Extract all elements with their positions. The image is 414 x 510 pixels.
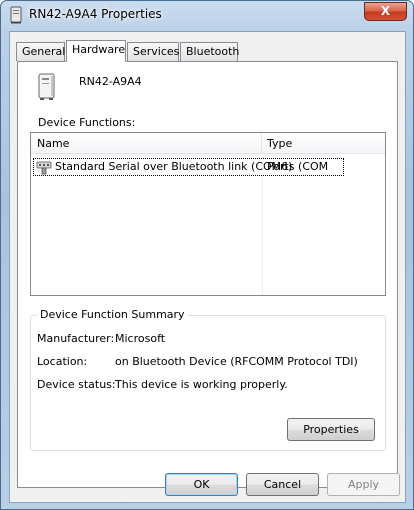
device-tower-icon [38,73,55,100]
status-label: Device status: [37,378,116,391]
row-type: Ports (COM [267,160,329,173]
summary-title: Device Function Summary [37,308,188,321]
device-tower-icon [10,6,22,24]
tab-general[interactable]: General [16,42,65,61]
column-header-type[interactable]: Type [263,133,385,154]
device-functions-label: Device Functions: [38,116,136,129]
tab-bluetooth[interactable]: Bluetooth [180,42,239,61]
properties-button[interactable]: Properties [287,418,375,441]
location-value: on Bluetooth Device (RFCOMM Protocol TDI… [115,355,358,368]
manufacturer-value: Microsoft [115,332,166,345]
location-label: Location: [37,355,88,368]
device-functions-list[interactable]: Name Type Standard Serial over Bluetooth… [30,132,386,296]
window-title: RN42-A9A4 Properties [29,7,162,21]
properties-window: RN42-A9A4 Properties X General Hardware … [0,0,414,510]
apply-button[interactable]: Apply [327,473,400,496]
cancel-button[interactable]: Cancel [246,473,319,496]
column-header-name[interactable]: Name [31,133,262,154]
status-value: This device is working properly. [115,378,288,391]
list-header: Name Type [31,133,385,154]
port-connector-icon [36,161,52,175]
list-item[interactable]: Standard Serial over Bluetooth link (COM… [33,158,344,176]
tab-services[interactable]: Services [127,42,179,61]
row-name: Standard Serial over Bluetooth link (COM… [55,160,293,173]
close-button[interactable]: X [364,2,407,21]
device-name: RN42-A9A4 [79,75,142,88]
manufacturer-label: Manufacturer: [37,332,115,345]
tab-hardware[interactable]: Hardware [66,40,126,62]
ok-button[interactable]: OK [165,473,238,496]
